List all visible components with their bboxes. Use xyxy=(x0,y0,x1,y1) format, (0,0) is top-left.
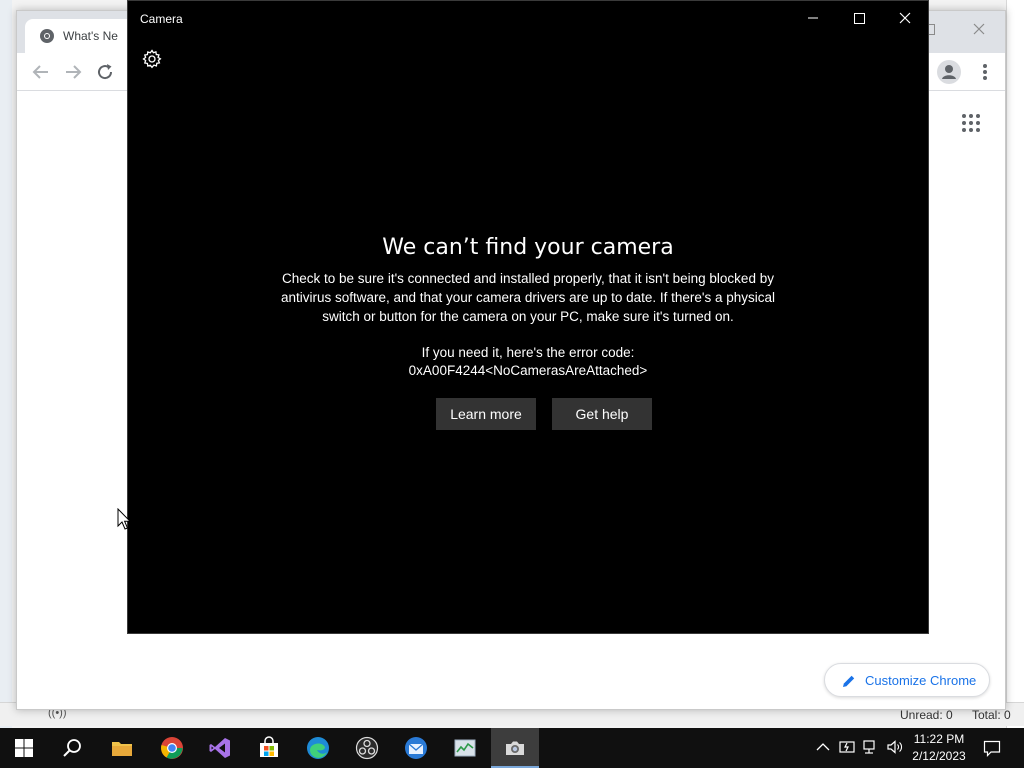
camera-icon xyxy=(506,741,524,755)
taskbar-file-explorer[interactable] xyxy=(98,728,146,768)
visual-studio-icon xyxy=(209,738,230,758)
profile-avatar-icon[interactable] xyxy=(937,60,961,84)
customize-chrome-button[interactable]: Customize Chrome xyxy=(824,663,990,697)
microsoft-store-icon xyxy=(260,736,278,757)
edge-icon xyxy=(307,737,329,759)
camera-window-title: Camera xyxy=(140,12,183,26)
chrome-tab-title: What's Ne xyxy=(63,29,118,43)
chrome-tab-icon xyxy=(40,29,54,43)
back-icon[interactable] xyxy=(29,60,53,84)
thunderbird-icon xyxy=(405,737,427,759)
taskbar-obs[interactable] xyxy=(343,728,391,768)
taskbar-camera[interactable] xyxy=(491,728,539,768)
google-apps-icon[interactable] xyxy=(961,113,981,133)
customize-chrome-label: Customize Chrome xyxy=(865,673,977,688)
reload-icon[interactable] xyxy=(93,60,117,84)
start-icon xyxy=(15,739,33,757)
taskbar: 11:22 PM 2/12/2023 xyxy=(0,728,1024,768)
close-icon[interactable] xyxy=(882,1,928,35)
clock-time: 11:22 PM xyxy=(913,732,965,746)
action-center-icon[interactable] xyxy=(982,738,1002,758)
start-button[interactable] xyxy=(0,728,48,768)
taskbar-thunderbird[interactable] xyxy=(392,728,440,768)
camera-actions: Learn more Get help xyxy=(436,398,656,430)
power-status-icon[interactable] xyxy=(838,738,856,756)
total-count: Total: 0 xyxy=(972,708,1011,722)
obs-icon xyxy=(355,736,379,760)
clock-date: 2/12/2023 xyxy=(912,749,966,763)
error-code-intro: If you need it, here's the error code: xyxy=(421,345,635,360)
chrome-menu-icon[interactable] xyxy=(977,60,993,84)
taskbar-task-manager[interactable] xyxy=(441,728,489,768)
error-code: 0xA00F4244<NoCamerasAreAttached> xyxy=(408,363,648,378)
taskbar-chrome[interactable] xyxy=(148,728,196,768)
chrome-icon xyxy=(161,737,183,759)
error-description: Check to be sure it's connected and inst… xyxy=(280,271,776,324)
learn-more-button[interactable]: Learn more xyxy=(436,398,536,430)
taskbar-microsoft-store[interactable] xyxy=(245,728,293,768)
taskbar-edge[interactable] xyxy=(294,728,342,768)
camera-error-panel: We can’t find your camera Check to be su… xyxy=(128,231,928,380)
file-explorer-icon xyxy=(112,742,132,756)
network-icon[interactable] xyxy=(862,738,880,756)
mouse-pointer-icon xyxy=(117,508,131,530)
task-manager-icon xyxy=(454,739,476,757)
minimize-icon[interactable] xyxy=(790,1,836,35)
unread-count: Unread: 0 xyxy=(900,708,953,722)
volume-icon[interactable] xyxy=(886,738,904,756)
camera-titlebar: Camera xyxy=(128,1,928,35)
pencil-icon xyxy=(843,675,855,687)
taskbar-visual-studio[interactable] xyxy=(196,728,244,768)
camera-app-window: Camera We can’t find your camera Check t… xyxy=(127,0,929,634)
taskbar-search[interactable] xyxy=(48,728,96,768)
chrome-close-icon[interactable] xyxy=(971,21,987,37)
maximize-icon[interactable] xyxy=(836,1,882,35)
background-app-left-strip xyxy=(0,0,12,728)
show-hidden-icons-chevron-icon[interactable] xyxy=(814,738,832,756)
background-app-right-strip xyxy=(1006,0,1024,728)
error-headline: We can’t find your camera xyxy=(382,235,674,260)
search-icon xyxy=(63,739,81,757)
forward-icon[interactable] xyxy=(61,60,85,84)
settings-gear-icon[interactable] xyxy=(142,49,162,69)
get-help-button[interactable]: Get help xyxy=(552,398,652,430)
taskbar-clock[interactable]: 11:22 PM 2/12/2023 xyxy=(906,731,972,765)
